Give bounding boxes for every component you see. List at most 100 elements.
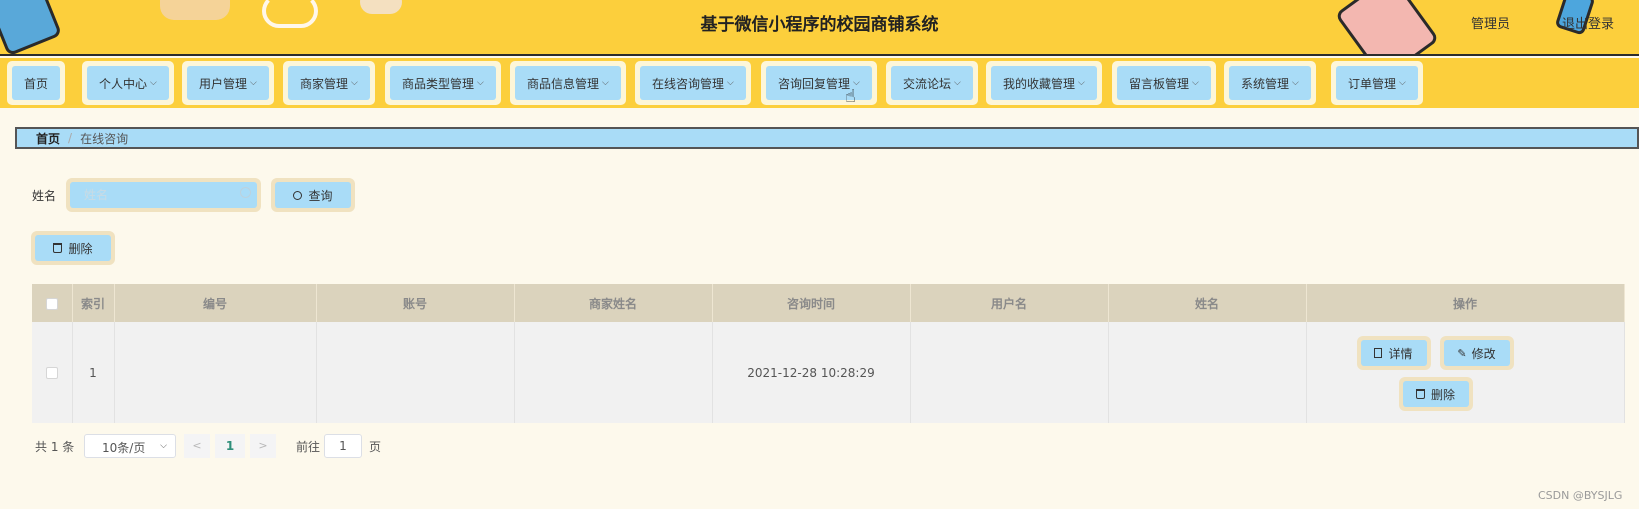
app-header: 基于微信小程序的校园商铺系统 管理员 退出登录 [0,0,1639,56]
goto-label: 前往 [296,440,321,454]
nav-item-label: 我的收藏管理 [1003,76,1076,91]
detail-button-label: 详情 [1388,346,1413,361]
nav-item-user-management[interactable]: 用户管理 ⌵ [182,61,274,105]
page-number-current[interactable]: 1 [215,434,245,458]
chevron-down-icon: ⌵ [954,78,961,88]
nav-item-label: 首页 [24,76,49,91]
chevron-down-icon: ⌵ [1292,78,1299,88]
column-header: 操作 [1306,284,1625,322]
search-input[interactable] [70,182,257,208]
page-suffix: 页 [369,440,382,454]
nav-item-label: 留言板管理 [1129,76,1190,91]
column-header: 姓名 [1108,284,1307,322]
search-label: 姓名 [32,189,57,203]
nav-item-personal-center[interactable]: 个人中心 ⌵ [82,61,174,105]
chevron-down-icon: ⌵ [1399,78,1406,88]
table-row: 1 2021-12-28 10:28:29 详情 ✎ 修改 删除 [32,322,1625,423]
user-role-label: 管理员 [1471,17,1511,32]
chevron-down-icon: ⌵ [351,78,358,88]
search-icon [293,190,303,200]
trash-icon [53,243,63,253]
nav-item-label: 在线咨询管理 [652,76,725,91]
pagination-total: 共 1 条 [35,440,75,454]
consult-table: 索引 编号 账号 商家姓名 咨询时间 用户名 姓名 操作 1 2021-12-2… [32,284,1625,423]
name-cell [1108,322,1307,423]
nav-item-favorites-management[interactable]: 我的收藏管理 ⌵ [986,61,1102,105]
row-select-cell [32,322,73,423]
nav-item-consult-reply-management[interactable]: 咨询回复管理 ⌵ [761,61,877,105]
column-header: 用户名 [910,284,1109,322]
search-icon [240,187,251,198]
column-header: 账号 [316,284,515,322]
row-checkbox[interactable] [45,367,58,379]
nav-item-label: 系统管理 [1241,76,1290,91]
chevron-down-icon: ⌵ [1192,78,1199,88]
chevron-down-icon: ⌵ [602,78,609,88]
search-button-label: 查询 [308,188,333,203]
nav-item-label: 订单管理 [1348,76,1397,91]
nav-item-label: 商家管理 [300,76,349,91]
row-delete-button-label: 删除 [1430,387,1455,402]
nav-item-merchant-management[interactable]: 商家管理 ⌵ [283,61,375,105]
nav-item-label: 交流论坛 [903,76,952,91]
column-header: 编号 [114,284,317,322]
column-header: 商家姓名 [514,284,713,322]
nav-item-label: 商品类型管理 [402,76,475,91]
chevron-down-icon: ⌵ [250,78,257,88]
pencil-icon: ✎ [1457,346,1467,360]
breadcrumb: 首页 / 在线咨询 [15,127,1639,149]
main-nav: 首页 个人中心 ⌵ 用户管理 ⌵ 商家管理 ⌵ 商品类型管理 ⌵ 商品信息管理 ⌵ 在线咨… [0,58,1639,108]
column-header: 咨询时间 [712,284,911,322]
batch-delete-button[interactable]: 删除 [31,231,115,265]
nav-item-home[interactable]: 首页 [7,61,66,105]
nav-item-label: 用户管理 [199,76,248,91]
breadcrumb-separator: / [68,131,73,145]
page-size-value: 10条/页 [102,441,146,455]
username-cell [910,322,1109,423]
nav-item-label: 商品信息管理 [527,76,600,91]
edit-button[interactable]: ✎ 修改 [1439,336,1514,370]
column-header: 索引 [72,284,115,322]
nav-item-system-management[interactable]: 系统管理 ⌵ [1224,61,1316,105]
consult-time-cell: 2021-12-28 10:28:29 [712,322,911,423]
breadcrumb-current: 在线咨询 [80,131,129,146]
nav-item-message-board-management[interactable]: 留言板管理 ⌵ [1112,61,1216,105]
goto-page-input[interactable] [324,434,362,458]
search-field-frame [66,178,261,212]
chevron-down-icon: ⌵ [727,78,734,88]
delete-button-label: 删除 [68,241,93,256]
logout-link[interactable]: 退出登录 [1562,13,1614,32]
account-cell [316,322,515,423]
table-header-row: 索引 编号 账号 商家姓名 咨询时间 用户名 姓名 操作 [32,284,1625,322]
next-page-button[interactable]: > [250,434,276,458]
chevron-down-icon: ⌵ [1078,78,1085,88]
index-cell: 1 [72,322,115,423]
nav-item-order-management[interactable]: 订单管理 ⌵ [1331,61,1423,105]
breadcrumb-home[interactable]: 首页 [36,130,60,147]
chevron-down-icon: ⌵ [150,78,157,88]
operations-cell: 详情 ✎ 修改 删除 [1306,322,1625,423]
nav-item-label: 个人中心 [99,76,148,91]
nav-item-product-info-management[interactable]: 商品信息管理 ⌵ [510,61,626,105]
row-delete-button[interactable]: 删除 [1398,377,1473,411]
nav-item-label: 咨询回复管理 [778,76,851,91]
nav-item-online-consult-management[interactable]: 在线咨询管理 ⌵ [635,61,751,105]
nav-item-forum[interactable]: 交流论坛 ⌵ [886,61,978,105]
number-cell [114,322,317,423]
chevron-down-icon: ⌵ [160,441,167,451]
prev-page-button[interactable]: < [184,434,210,458]
page-title: 基于微信小程序的校园商铺系统 [700,15,939,35]
edit-button-label: 修改 [1471,346,1496,361]
select-all-checkbox[interactable] [45,297,58,310]
hand-cursor-icon: ☝ [845,86,856,107]
search-button[interactable]: 查询 [271,178,355,212]
document-icon [1374,348,1383,358]
detail-button[interactable]: 详情 [1356,336,1431,370]
pagination: 共 1 条 10条/页 ⌵ < 1 > 前往 页 [35,432,635,458]
chevron-down-icon: ⌵ [477,78,484,88]
page-size-select[interactable]: 10条/页 ⌵ [84,434,176,458]
trash-icon [1415,389,1425,399]
watermark: CSDN @BYSJLG [1538,489,1623,502]
merchant-name-cell [514,322,713,423]
nav-item-product-type-management[interactable]: 商品类型管理 ⌵ [385,61,501,105]
